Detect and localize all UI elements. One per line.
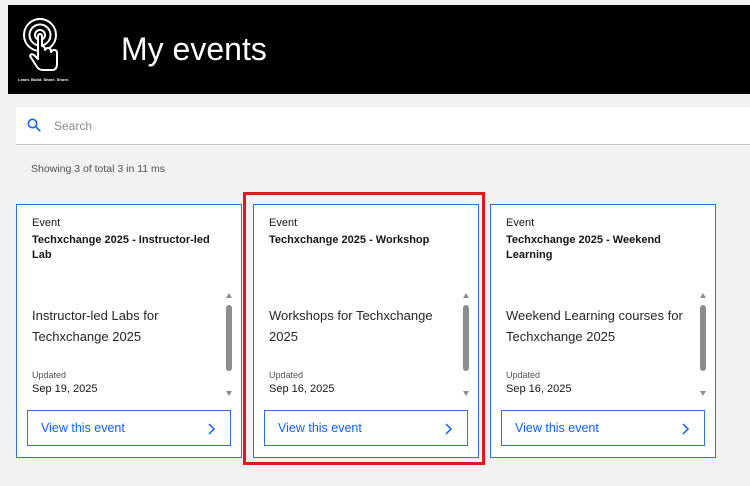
search-icon [27, 118, 41, 132]
search-input[interactable] [54, 107, 734, 145]
card-description: Workshops for Techxchange 2025 [269, 308, 433, 344]
view-event-button-label: View this event [278, 421, 362, 435]
card-updated-date: Sep 16, 2025 [506, 383, 572, 395]
page-title: My events [121, 31, 267, 67]
view-event-button[interactable]: View this event [264, 410, 468, 446]
chevron-right-icon [682, 423, 690, 435]
scrollbar-thumb[interactable] [226, 305, 232, 371]
chevron-right-icon [445, 423, 453, 435]
card-updated-label: Updated [269, 370, 304, 380]
logo-tagline: Learn. Build. Share. Shore. [18, 77, 70, 82]
scrollbar-thumb[interactable] [463, 305, 469, 371]
card-updated-label: Updated [32, 370, 67, 380]
scroll-down-arrow-icon[interactable] [226, 391, 232, 396]
scroll-up-arrow-icon[interactable] [463, 293, 469, 298]
card-title: Techxchange 2025 - Weekend Learning [506, 234, 661, 261]
card-description: Weekend Learning courses for Techxchange… [506, 308, 683, 344]
scroll-up-arrow-icon[interactable] [700, 293, 706, 298]
card-updated-date: Sep 16, 2025 [269, 383, 335, 395]
event-card-instructor-led-lab: Event Techxchange 2025 - Instructor-led … [16, 204, 242, 458]
scroll-down-arrow-icon[interactable] [700, 391, 706, 396]
search-bar [16, 107, 750, 145]
card-description: Instructor-led Labs for Techxchange 2025 [32, 308, 159, 344]
scroll-down-arrow-icon[interactable] [463, 391, 469, 396]
logo[interactable]: Learn. Build. Share. Shore. [18, 15, 76, 87]
card-updated-label: Updated [506, 370, 541, 380]
touch-target-icon [23, 18, 58, 71]
results-summary: Showing 3 of total 3 in 11 ms [31, 163, 166, 175]
scroll-up-arrow-icon[interactable] [226, 293, 232, 298]
view-event-button-label: View this event [515, 421, 599, 435]
view-event-button[interactable]: View this event [27, 410, 231, 446]
event-card-workshop: Event Techxchange 2025 - Workshop Worksh… [253, 204, 479, 458]
card-kind: Event [506, 217, 535, 229]
view-event-button[interactable]: View this event [501, 410, 705, 446]
chevron-right-icon [208, 423, 216, 435]
card-title: Techxchange 2025 - Workshop [269, 234, 430, 246]
app-header: Learn. Build. Share. Shore. My events [8, 5, 750, 94]
view-event-button-label: View this event [41, 421, 125, 435]
scrollbar-thumb[interactable] [700, 305, 706, 371]
card-updated-date: Sep 19, 2025 [32, 383, 98, 395]
card-title: Techxchange 2025 - Instructor-led Lab [32, 234, 210, 261]
card-kind: Event [32, 217, 61, 229]
card-kind: Event [269, 217, 298, 229]
event-card-weekend-learning: Event Techxchange 2025 - Weekend Learnin… [490, 204, 716, 458]
